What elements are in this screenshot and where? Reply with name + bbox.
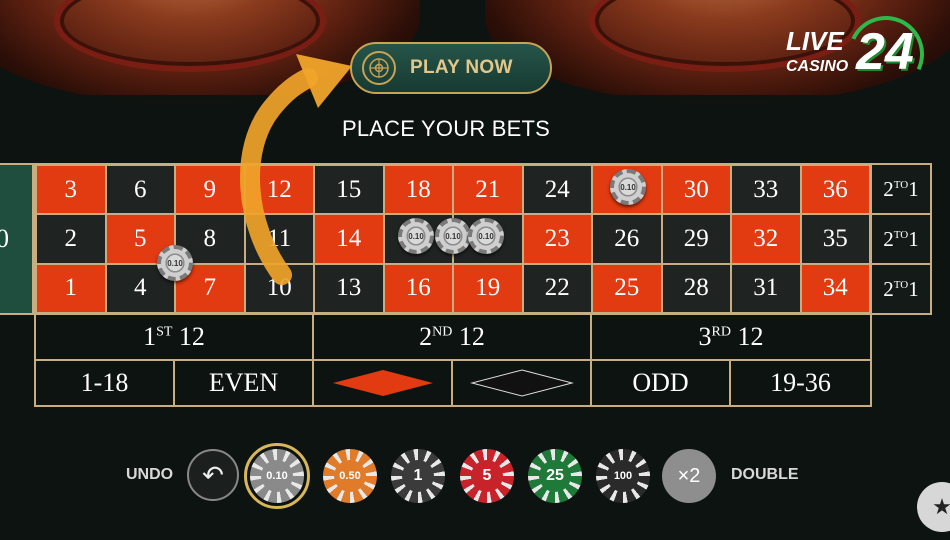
zero-label: 0 <box>0 224 9 253</box>
bet-1-18[interactable]: 1-18 <box>36 361 175 405</box>
logo-number: 24 <box>856 23 914 81</box>
chip-value-label: 100 <box>607 460 639 492</box>
number-cell-31[interactable]: 31 <box>731 263 801 313</box>
number-cell-9[interactable]: 9 <box>175 165 245 215</box>
undo-icon: ↶ <box>202 459 224 490</box>
play-now-label: PLAY NOW <box>410 57 513 78</box>
dozen-2nd-12[interactable]: 2ND 12 <box>314 315 592 359</box>
number-cell-10[interactable]: 10 <box>244 263 314 313</box>
number-cell-11[interactable]: 11 <box>244 214 314 264</box>
chip-selector-bar: UNDO ↶ 0.10 0.50 1 5 25 100 ×2 DOUBLE <box>0 440 950 510</box>
column-bet-2to1[interactable]: 2TO1 <box>872 163 932 215</box>
number-cell-24[interactable]: 24 <box>522 165 592 215</box>
dozen-bets: 1ST 12 2ND 12 3RD 12 <box>34 315 872 361</box>
number-cell-18[interactable]: 18 <box>383 165 453 215</box>
number-cell-23[interactable]: 23 <box>522 214 592 264</box>
bet-19-36[interactable]: 19-36 <box>731 361 870 405</box>
chip-value-label: 1 <box>402 460 434 492</box>
number-cell-16[interactable]: 16 <box>383 263 453 313</box>
undo-button[interactable]: ↶ <box>187 449 239 501</box>
bet-odd[interactable]: ODD <box>592 361 731 405</box>
placed-chip[interactable]: 0.10 <box>157 245 193 281</box>
red-diamond-icon <box>332 370 433 396</box>
number-cell-29[interactable]: 29 <box>661 214 731 264</box>
chip-5[interactable]: 5 <box>460 449 514 503</box>
logo-live-text: LIVE <box>786 26 844 56</box>
dozen-3rd-12[interactable]: 3RD 12 <box>592 315 870 359</box>
bet-even[interactable]: EVEN <box>175 361 314 405</box>
number-cell-30[interactable]: 30 <box>661 165 731 215</box>
column-bet-2to1[interactable]: 2TO1 <box>872 263 932 315</box>
number-cell-6[interactable]: 6 <box>105 165 175 215</box>
double-label: DOUBLE <box>731 466 799 483</box>
number-cell-19[interactable]: 19 <box>453 263 523 313</box>
placed-chip[interactable]: 0.10 <box>610 169 646 205</box>
number-cell-36[interactable]: 36 <box>800 165 870 215</box>
number-cell-14[interactable]: 14 <box>314 214 384 264</box>
double-button[interactable]: ×2 <box>662 449 716 503</box>
number-cell-28[interactable]: 28 <box>661 263 731 313</box>
number-cell-26[interactable]: 26 <box>592 214 662 264</box>
zero-cell[interactable]: 0 <box>0 163 34 315</box>
wheel-ring <box>54 0 326 72</box>
placed-chip[interactable]: 0.10 <box>398 218 434 254</box>
number-cell-32[interactable]: 32 <box>731 214 801 264</box>
outside-bets: 1-18 EVEN ODD 19-36 <box>34 361 872 407</box>
bet-black[interactable] <box>453 361 592 405</box>
number-cell-25[interactable]: 25 <box>592 263 662 313</box>
play-now-button[interactable]: PLAY NOW <box>350 42 552 94</box>
chip-value-label: 5 <box>471 460 503 492</box>
chip-1[interactable]: 1 <box>391 449 445 503</box>
undo-label: UNDO <box>126 466 174 483</box>
number-cell-21[interactable]: 21 <box>453 165 523 215</box>
chip-25[interactable]: 25 <box>528 449 582 503</box>
number-cell-2[interactable]: 2 <box>36 214 106 264</box>
number-cell-33[interactable]: 33 <box>731 165 801 215</box>
logo-casino-text: CASINO <box>786 58 849 75</box>
chip-100[interactable]: 100 <box>596 449 650 503</box>
roulette-wheel-icon <box>362 51 396 85</box>
chip-value-label: 0.50 <box>334 460 366 492</box>
dozen-1st-12[interactable]: 1ST 12 <box>36 315 314 359</box>
place-your-bets-message: PLACE YOUR BETS <box>342 116 550 141</box>
chip-0-50[interactable]: 0.50 <box>323 449 377 503</box>
number-cell-1[interactable]: 1 <box>36 263 106 313</box>
number-cell-35[interactable]: 35 <box>800 214 870 264</box>
number-cell-22[interactable]: 22 <box>522 263 592 313</box>
column-bets: 2TO1 2TO1 2TO1 <box>872 163 932 315</box>
column-bet-2to1[interactable]: 2TO1 <box>872 213 932 265</box>
live-casino-24-logo: LIVE CASINO 24 <box>786 5 935 103</box>
number-cell-34[interactable]: 34 <box>800 263 870 313</box>
number-cell-12[interactable]: 12 <box>244 165 314 215</box>
double-icon: ×2 <box>677 464 701 487</box>
chip-value-label: 0.10 <box>261 460 293 492</box>
placed-chip[interactable]: 0.10 <box>435 218 471 254</box>
star-icon: ★ <box>932 494 950 519</box>
placed-chip[interactable]: 0.10 <box>468 218 504 254</box>
chip-value-label: 25 <box>539 460 571 492</box>
number-cell-13[interactable]: 13 <box>314 263 384 313</box>
black-diamond-icon <box>469 369 574 397</box>
number-cell-3[interactable]: 3 <box>36 165 106 215</box>
bet-red[interactable] <box>314 361 453 405</box>
chip-0-10[interactable]: 0.10 <box>244 443 310 509</box>
number-cell-15[interactable]: 15 <box>314 165 384 215</box>
